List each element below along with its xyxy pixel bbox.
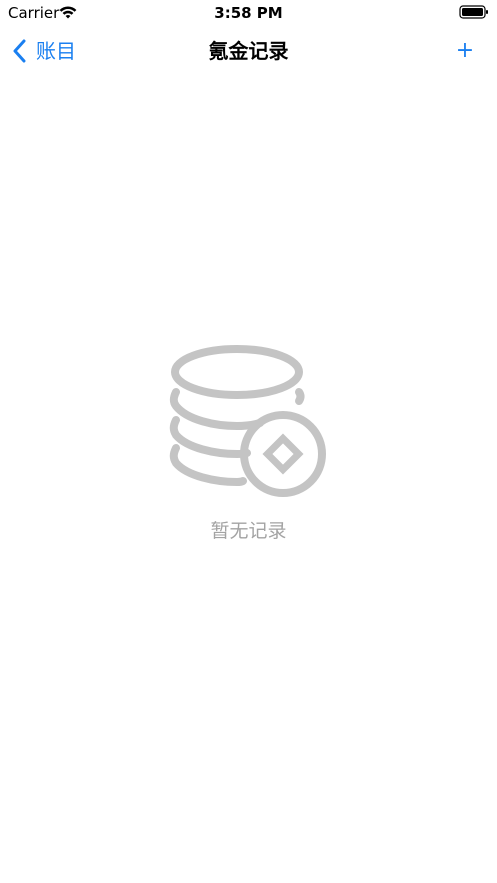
chevron-left-icon [13,39,26,63]
empty-state-message: 暂无记录 [210,520,287,542]
back-button[interactable]: 账目 [12,36,76,66]
battery-icon [459,5,488,19]
status-time: 3:58 PM [214,4,283,22]
status-bar: Carrier 3:58 PM [0,0,497,26]
navigation-bar: 账目 氪金记录 + [0,26,497,76]
add-record-button[interactable]: + [453,36,477,66]
coins-icon [169,345,326,497]
back-button-label: 账目 [36,39,76,63]
